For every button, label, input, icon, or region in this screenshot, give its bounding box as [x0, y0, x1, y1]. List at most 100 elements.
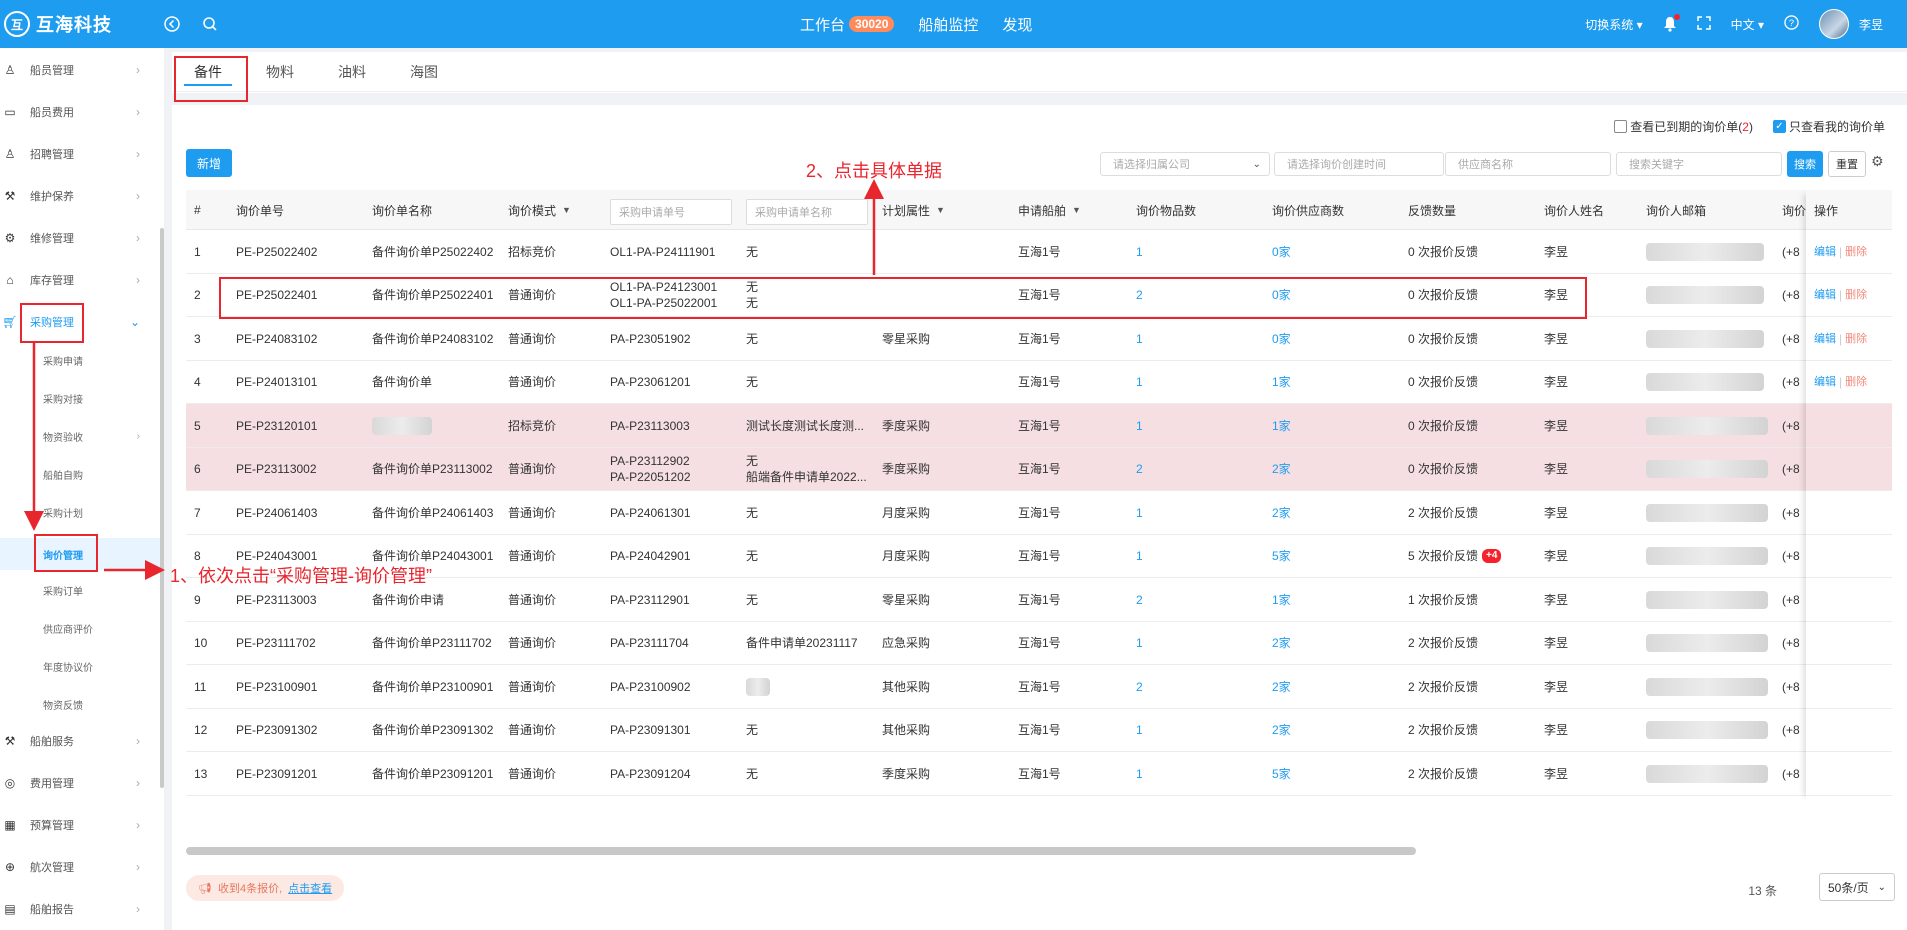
search-button[interactable]: 搜索	[1787, 151, 1823, 177]
tab-materials[interactable]: 物料	[244, 52, 316, 92]
sub-item-supplier-evaluation[interactable]: 供应商评价	[0, 616, 160, 640]
cell-feedback-count[interactable]: 1 次报价反馈	[1408, 578, 1478, 621]
sidebar-item-recruit[interactable]: ♙ 招聘管理 ›	[0, 142, 156, 166]
table-row[interactable]: 7 PE-P24061403 备件询价单P24061403 普通询价 PA-P24061…	[186, 491, 1892, 535]
cell-supplier-count[interactable]: 1家	[1272, 361, 1291, 404]
cell-item-count[interactable]: 1	[1136, 622, 1143, 665]
request-no-filter[interactable]: 采购申请单号	[610, 199, 732, 225]
cell-supplier-count[interactable]: 2家	[1272, 448, 1291, 491]
sidebar-item-ship-report[interactable]: ▤ 船舶报告 ›	[0, 897, 156, 921]
cell-feedback-count[interactable]: 2 次报价反馈	[1408, 709, 1478, 752]
cell-feedback-count[interactable]: 0 次报价反馈	[1408, 404, 1478, 447]
table-row[interactable]: 10 PE-P23111702 备件询价单P23111702 普通询价 PA-P2311…	[186, 622, 1892, 665]
cell-feedback-count[interactable]: 0 次报价反馈	[1408, 448, 1478, 491]
cell-supplier-count[interactable]: 0家	[1272, 317, 1291, 360]
sub-item-purchase-request[interactable]: 采购申请	[0, 348, 160, 372]
sidebar-item-cost[interactable]: ◎ 费用管理 ›	[0, 771, 156, 795]
sidebar-item-repair[interactable]: ⚙ 维修管理 ›	[0, 226, 156, 250]
sidebar-item-budget[interactable]: ▦ 预算管理 ›	[0, 813, 156, 837]
cell-supplier-count[interactable]: 5家	[1272, 752, 1291, 795]
sidebar-item-crew[interactable]: ♙ 船员管理 ›	[0, 58, 156, 82]
nav-ship-monitor[interactable]: 船舶监控	[918, 14, 978, 35]
cell-supplier-count[interactable]: 2家	[1272, 665, 1291, 708]
cell-item-count[interactable]: 1	[1136, 230, 1143, 273]
notice-link[interactable]: 点击查看	[288, 880, 332, 896]
cell-item-count[interactable]: 1	[1136, 709, 1143, 752]
horizontal-scrollbar[interactable]	[186, 847, 1416, 855]
created-time-picker[interactable]: 请选择询价创建时间	[1274, 152, 1444, 176]
sub-item-goods-acceptance[interactable]: 物资验收 ›	[0, 424, 160, 448]
sub-item-purchase-order[interactable]: 采购订单	[0, 578, 160, 602]
sub-item-goods-feedback[interactable]: 物资反馈	[0, 692, 160, 716]
sub-item-annual-price[interactable]: 年度协议价	[0, 654, 160, 678]
cell-item-count[interactable]: 2	[1136, 448, 1143, 491]
table-row[interactable]: 5 PE-P23120101 招标竞价 PA-P23113003 测试长度测试长度测..…	[186, 404, 1892, 448]
company-select[interactable]: 请选择归属公司 ⌄	[1100, 152, 1270, 176]
cell-feedback-count[interactable]: 0 次报价反馈	[1408, 230, 1478, 273]
reset-button[interactable]: 重置	[1828, 151, 1866, 177]
table-row[interactable]: 12 PE-P23091302 备件询价单P23091302 普通询价 PA-P2309…	[186, 709, 1892, 752]
cell-item-count[interactable]: 1	[1136, 752, 1143, 795]
language-dropdown[interactable]: 中文 ▾	[1731, 16, 1764, 33]
table-row[interactable]: 4 PE-P24013101 备件询价单 普通询价 PA-P23061201 无 互海1号 1…	[186, 361, 1892, 404]
table-row[interactable]: 13 PE-P23091201 备件询价单P23091201 普通询价 PA-P2309…	[186, 752, 1892, 796]
tab-charts[interactable]: 海图	[388, 52, 460, 92]
tab-oil[interactable]: 油料	[316, 52, 388, 92]
cell-item-count[interactable]: 1	[1136, 535, 1143, 578]
cell-supplier-count[interactable]: 2家	[1272, 491, 1291, 534]
cell-feedback-count[interactable]: 5 次报价反馈 +4	[1408, 535, 1502, 578]
help-icon[interactable]: ?	[1784, 15, 1799, 33]
col-ship[interactable]: 申请船舶 ▼	[1018, 190, 1081, 230]
supplier-input[interactable]: 供应商名称	[1445, 152, 1611, 176]
user-menu[interactable]: 李昱	[1818, 9, 1883, 39]
table-row[interactable]: 11 PE-P23100901 备件询价单P23100901 普通询价 PA-P2310…	[186, 665, 1892, 709]
table-row[interactable]: 8 PE-P24043001 备件询价单P24043001 普通询价 PA-P24042…	[186, 535, 1892, 578]
table-row[interactable]: 3 PE-P24083102 备件询价单P24083102 普通询价 PA-P23051…	[186, 317, 1892, 361]
cell-item-count[interactable]: 1	[1136, 404, 1143, 447]
keyword-input[interactable]: 搜索关键字	[1616, 152, 1782, 176]
table-row[interactable]: 9 PE-P23113003 备件询价申请 普通询价 PA-P23112901 无零星采购…	[186, 578, 1892, 622]
only-mine-checkbox[interactable]: ✓ 只查看我的询价单	[1772, 118, 1885, 135]
cell-supplier-count[interactable]: 2家	[1272, 709, 1291, 752]
sidebar-item-ship-service[interactable]: ⚒ 船舶服务 ›	[0, 729, 156, 753]
bell-icon[interactable]	[1663, 14, 1680, 32]
search-icon[interactable]	[198, 12, 222, 36]
cell-feedback-count[interactable]: 2 次报价反馈	[1408, 622, 1478, 665]
sub-item-purchase-docking[interactable]: 采购对接	[0, 386, 160, 410]
expired-inquiry-checkbox[interactable]: 查看已到期的询价单(2)	[1614, 118, 1753, 135]
switch-system-dropdown[interactable]: 切换系统 ▾	[1585, 16, 1642, 33]
col-inquiry-mode[interactable]: 询价模式 ▼	[508, 190, 571, 230]
cell-supplier-count[interactable]: 1家	[1272, 578, 1291, 621]
cell-feedback-count[interactable]: 2 次报价反馈	[1408, 752, 1478, 795]
sub-item-purchase-plan[interactable]: 采购计划	[0, 500, 160, 524]
cell-feedback-count[interactable]: 2 次报价反馈	[1408, 665, 1478, 708]
logo[interactable]: 互 互海科技	[4, 10, 112, 38]
cell-item-count[interactable]: 2	[1136, 665, 1143, 708]
table-row[interactable]: 1 PE-P25022402 备件询价单P25022402 招标竞价 OL1-PA-P2…	[186, 230, 1892, 274]
table-row[interactable]: 6 PE-P23113002 备件询价单P23113002 普通询价 PA-P23112…	[186, 447, 1892, 491]
cell-item-count[interactable]: 1	[1136, 491, 1143, 534]
nav-workbench[interactable]: 工作台 30020	[800, 14, 895, 35]
sidebar-item-crew-cost[interactable]: ▭ 船员费用 ›	[0, 100, 156, 124]
back-icon[interactable]	[160, 12, 184, 36]
sidebar-scrollbar[interactable]	[160, 228, 164, 788]
add-button[interactable]: 新增	[186, 149, 232, 177]
cell-feedback-count[interactable]: 0 次报价反馈	[1408, 317, 1478, 360]
settings-gear-icon[interactable]: ⚙	[1871, 153, 1884, 170]
cell-feedback-count[interactable]: 2 次报价反馈	[1408, 491, 1478, 534]
cell-supplier-count[interactable]: 2家	[1272, 622, 1291, 665]
cell-supplier-count[interactable]: 1家	[1272, 404, 1291, 447]
nav-discover[interactable]: 发现	[1002, 14, 1032, 35]
cell-item-count[interactable]: 1	[1136, 317, 1143, 360]
sidebar-item-voyage[interactable]: ⊕ 航次管理 ›	[0, 855, 156, 879]
page-size-select[interactable]: 50条/页 ⌄	[1819, 873, 1895, 901]
sub-item-ship-self-purchase[interactable]: 船舶自购	[0, 462, 160, 486]
col-plan-type[interactable]: 计划属性 ▼	[882, 190, 945, 230]
cell-feedback-count[interactable]: 0 次报价反馈	[1408, 361, 1478, 404]
cell-item-count[interactable]: 1	[1136, 361, 1143, 404]
cell-supplier-count[interactable]: 0家	[1272, 230, 1291, 273]
sidebar-item-inventory[interactable]: ⌂ 库存管理 ›	[0, 268, 156, 292]
fullscreen-icon[interactable]	[1696, 15, 1711, 33]
cell-item-count[interactable]: 2	[1136, 578, 1143, 621]
cell-supplier-count[interactable]: 5家	[1272, 535, 1291, 578]
